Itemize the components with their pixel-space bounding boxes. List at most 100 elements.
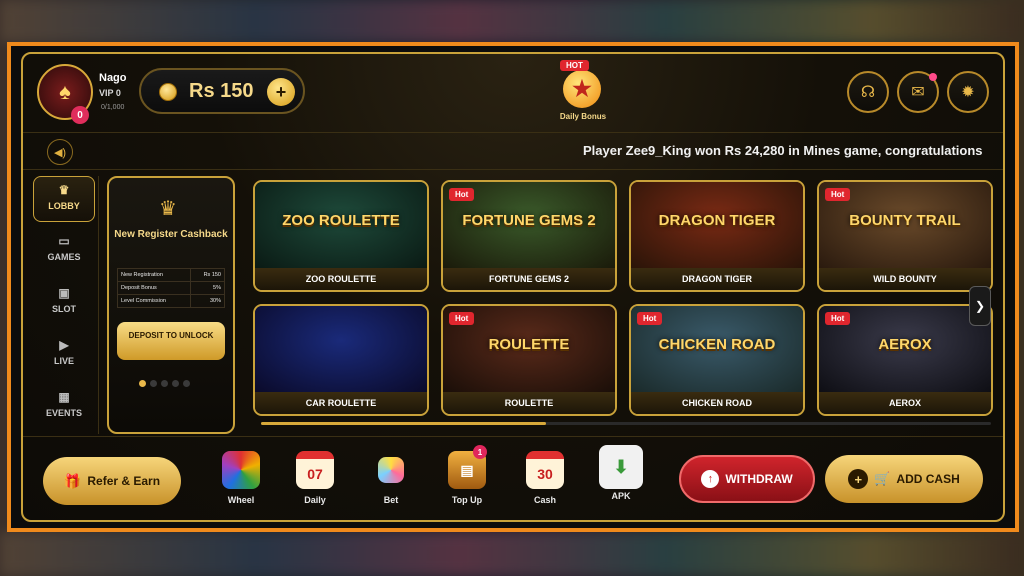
download-icon: ⬇ — [599, 445, 643, 489]
sidebar-item-label: LOBBY — [48, 201, 80, 211]
calendar-icon: ▦ — [58, 390, 70, 404]
support-button[interactable]: ☊ — [847, 71, 889, 113]
game-logo-text: DRAGON TIGER — [658, 212, 776, 229]
sidebar-item-live[interactable]: ▶ LIVE — [33, 332, 95, 378]
game-logo-text: AEROX — [878, 336, 932, 353]
game-logo-text: ZOO ROULETTE — [282, 212, 400, 229]
carousel-dot[interactable] — [172, 380, 179, 387]
carousel-dot[interactable] — [161, 380, 168, 387]
tool-label: Cash — [533, 495, 556, 505]
carousel-dot[interactable] — [139, 380, 146, 387]
table-row: Deposit Bonus 5% — [117, 281, 226, 295]
app-frame: ♠ 0 Nago VIP 0 0/1,000 Rs 150 + ★ HOT Da… — [7, 42, 1019, 532]
tool-label: APK — [611, 491, 631, 501]
carousel-dot[interactable] — [183, 380, 190, 387]
cashback-promo-card: ♛ New Register Cashback New Registration… — [107, 176, 235, 434]
withdraw-label: WITHDRAW — [725, 472, 793, 486]
game-title: CAR ROULETTE — [255, 392, 427, 414]
games-grid: ZOO ROULETTE ZOO ROULETTE FORTUNE GEMS 2 Ho… — [253, 180, 993, 420]
sidebar-item-lobby[interactable]: ♛ LOBBY — [33, 176, 95, 222]
game-card[interactable]: FORTUNE GEMS 2 Hot FORTUNE GEMS 2 — [441, 180, 617, 292]
carousel-dots — [139, 374, 194, 392]
games-scrollbar[interactable] — [261, 422, 991, 425]
gamepad-icon: ▭ — [58, 234, 70, 248]
notification-badge: 0 — [71, 106, 89, 124]
table-row: New Registration Rs 150 — [117, 268, 226, 282]
game-title: ROULETTE — [443, 392, 615, 414]
promo-row-value: 5% — [189, 281, 226, 295]
promo-title: New Register Cashback — [114, 229, 228, 240]
add-balance-button[interactable]: + — [267, 78, 295, 106]
deposit-to-unlock-button[interactable]: DEPOSIT TO UNLOCK — [117, 322, 225, 360]
plus-icon: + — [848, 469, 869, 489]
hot-badge: HOT — [560, 60, 589, 71]
blurred-background-top — [0, 0, 1024, 42]
promo-row-label: Deposit Bonus — [117, 281, 191, 295]
refer-and-earn-button[interactable]: 🎁 Refer & Earn — [43, 457, 181, 505]
scrollbar-thumb[interactable] — [261, 422, 546, 425]
promo-row-value: Rs 150 — [189, 268, 226, 282]
promo-row-label: New Registration — [117, 268, 191, 282]
withdraw-button[interactable]: ↑ WITHDRAW — [679, 455, 815, 503]
game-card[interactable]: BOUNTY TRAIL Hot WILD BOUNTY — [817, 180, 993, 292]
bet-button[interactable]: Bet — [361, 451, 421, 505]
wheel-button[interactable]: Wheel — [211, 451, 271, 505]
game-card[interactable]: ROULETTE Hot ROULETTE — [441, 304, 617, 416]
top-up-button[interactable]: ▤ 1 Top Up — [437, 445, 497, 505]
daily-button[interactable]: 07 Daily — [285, 451, 345, 505]
announcement-bar: ◀) Player Zee9_King won Rs 24,280 in Min… — [23, 132, 1003, 170]
tool-label: Wheel — [227, 495, 255, 505]
crown-icon: ♛ — [58, 183, 70, 197]
game-title: ZOO ROULETTE — [255, 268, 427, 290]
bonus-star-icon: ★ — [563, 70, 601, 108]
game-card[interactable]: ZOO ROULETTE ZOO ROULETTE — [253, 180, 429, 292]
play-icon: ▶ — [59, 338, 69, 352]
sidebar-nav: ♛ LOBBY ▭ GAMES ▣ SLOT ▶ LIVE ▦ EVENTS — [29, 176, 99, 434]
game-card[interactable]: AEROX Hot AEROX — [817, 304, 993, 416]
cart-icon: 🛒 — [874, 471, 891, 486]
add-cash-button[interactable]: + 🛒 ADD CASH — [825, 455, 983, 503]
daily-bonus-button[interactable]: ★ HOT Daily Bonus — [551, 60, 615, 126]
game-card[interactable]: CHICKEN ROAD Hot CHICKEN ROAD — [629, 304, 805, 416]
balance-amount: Rs 150 — [189, 80, 254, 102]
hot-badge: Hot — [825, 188, 851, 201]
sidebar-item-label: LIVE — [53, 356, 74, 366]
hot-badge: Hot — [449, 188, 475, 201]
tool-label: Daily — [304, 495, 326, 505]
speaker-icon[interactable]: ◀) — [47, 139, 73, 165]
bottom-action-bar: 🎁 Refer & Earn Wheel 07 Daily Bet ▤ 1 To… — [23, 436, 1003, 520]
sidebar-item-events[interactable]: ▦ EVENTS — [33, 384, 95, 430]
gift-icon: 🎁 — [63, 472, 82, 489]
mail-icon: ✉ — [911, 84, 925, 101]
next-page-button[interactable]: ❯ — [969, 286, 991, 326]
sidebar-item-slot[interactable]: ▣ SLOT — [33, 280, 95, 326]
bet-icon — [378, 457, 404, 483]
apk-download-button[interactable]: ⬇ APK — [591, 445, 651, 501]
sidebar-item-games[interactable]: ▭ GAMES — [33, 228, 95, 274]
cash-button[interactable]: 30 Cash — [515, 451, 575, 505]
game-logo-text: CHICKEN ROAD — [658, 336, 776, 353]
sidebar-item-label: EVENTS — [45, 408, 82, 418]
vip-progress: 0/1,000 — [101, 104, 125, 111]
game-logo-text: FORTUNE GEMS 2 — [462, 212, 596, 229]
carousel-dot[interactable] — [150, 380, 157, 387]
game-card[interactable]: CAR ROULETTE — [253, 304, 429, 416]
add-cash-label: ADD CASH — [896, 472, 960, 486]
unread-dot — [929, 73, 937, 81]
hot-badge: Hot — [825, 312, 851, 325]
mail-button[interactable]: ✉ — [897, 71, 939, 113]
top-up-badge: 1 — [473, 445, 487, 459]
crown-icon: ♛ — [159, 198, 177, 220]
headset-icon: ☊ — [860, 84, 876, 101]
game-title: CHICKEN ROAD — [631, 392, 803, 414]
game-artwork — [255, 306, 427, 392]
daily-bonus-label: Daily Bonus — [559, 112, 607, 121]
settings-button[interactable]: ✹ — [947, 71, 989, 113]
cards-logo-icon: ♠ — [59, 79, 71, 104]
blurred-background-bottom — [0, 532, 1024, 576]
tool-label: Bet — [383, 495, 399, 505]
coin-icon — [159, 83, 177, 101]
game-card[interactable]: DRAGON TIGER DRAGON TIGER — [629, 180, 805, 292]
tool-label: Top Up — [451, 495, 483, 505]
promo-table: New Registration Rs 150 Deposit Bonus 5%… — [117, 268, 226, 308]
